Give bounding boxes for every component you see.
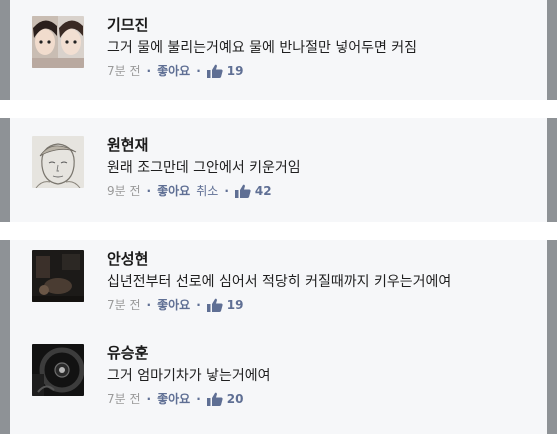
like-count[interactable]: 42 [255, 183, 272, 199]
comment-meta: 7분 전 · 좋아요 · 20 [107, 391, 547, 407]
comment-body: 원현재 원래 조그만데 그안에서 키운거임 9분 전 · 좋아요 취소 · 42 [107, 136, 547, 199]
comment-author[interactable]: 원현재 [107, 136, 547, 154]
comment-meta: 7분 전 · 좋아요 · 19 [107, 297, 547, 313]
separator-dot: · [196, 392, 201, 406]
thumbs-up-icon [206, 64, 223, 78]
comment-text: 원래 조그만데 그안에서 키운거임 [107, 160, 301, 176]
comment-text: 그거 엄마기차가 낳는거에여 [107, 368, 271, 384]
like-count[interactable]: 19 [227, 297, 244, 313]
unlike-cancel-link[interactable]: 취소 [196, 183, 218, 199]
comment-author[interactable]: 유승훈 [107, 344, 547, 362]
comment-body: 안성현 십년전부터 선로에 심어서 적당히 커질때까지 키우는거에여 7분 전 … [107, 250, 547, 313]
thumbs-up-icon [206, 298, 223, 312]
avatar[interactable] [32, 344, 84, 396]
thumbs-up-icon [206, 392, 223, 406]
separator-dot: · [224, 184, 229, 198]
avatar[interactable] [32, 16, 84, 68]
comment-timestamp[interactable]: 7분 전 [107, 391, 141, 407]
comment-text: 십년전부터 선로에 심어서 적당히 커질때까지 키우는거에여 [107, 274, 452, 290]
comment-timestamp[interactable]: 7분 전 [107, 297, 141, 313]
separator-dot: · [196, 64, 201, 78]
comment-timestamp[interactable]: 9분 전 [107, 183, 141, 199]
like-link[interactable]: 좋아요 [157, 183, 190, 199]
separator-dot: · [146, 184, 152, 198]
separator-dot: · [146, 64, 152, 78]
like-link[interactable]: 좋아요 [157, 63, 190, 79]
comment-timestamp[interactable]: 7분 전 [107, 63, 141, 79]
like-link[interactable]: 좋아요 [157, 297, 190, 313]
comment-meta: 9분 전 · 좋아요 취소 · 42 [107, 183, 547, 199]
comment-card: 안성현 십년전부터 선로에 심어서 적당히 커질때까지 키우는거에여 7분 전 … [0, 240, 557, 434]
like-link[interactable]: 좋아요 [157, 391, 190, 407]
comment-author[interactable]: 안성현 [107, 250, 547, 268]
comment-meta: 7분 전 · 좋아요 · 19 [107, 63, 547, 79]
like-count[interactable]: 19 [227, 63, 244, 79]
comment-body: 유승훈 그거 엄마기차가 낳는거에여 7분 전 · 좋아요 · 20 [107, 344, 547, 407]
separator-dot: · [196, 298, 201, 312]
avatar[interactable] [32, 250, 84, 302]
like-count[interactable]: 20 [227, 391, 244, 407]
separator-dot: · [146, 392, 152, 406]
comment-card: 기므진 그거 물에 불리는거예요 물에 반나절만 넣어두면 커짐 7분 전 · … [0, 0, 557, 100]
thumbs-up-icon [234, 184, 251, 198]
comment-body: 기므진 그거 물에 불리는거예요 물에 반나절만 넣어두면 커짐 7분 전 · … [107, 16, 547, 79]
comment-text: 그거 물에 불리는거예요 물에 반나절만 넣어두면 커짐 [107, 40, 418, 56]
comment-card: 원현재 원래 조그만데 그안에서 키운거임 9분 전 · 좋아요 취소 · 42 [0, 118, 557, 222]
comment-author[interactable]: 기므진 [107, 16, 547, 34]
avatar[interactable] [32, 136, 84, 188]
separator-dot: · [146, 298, 152, 312]
